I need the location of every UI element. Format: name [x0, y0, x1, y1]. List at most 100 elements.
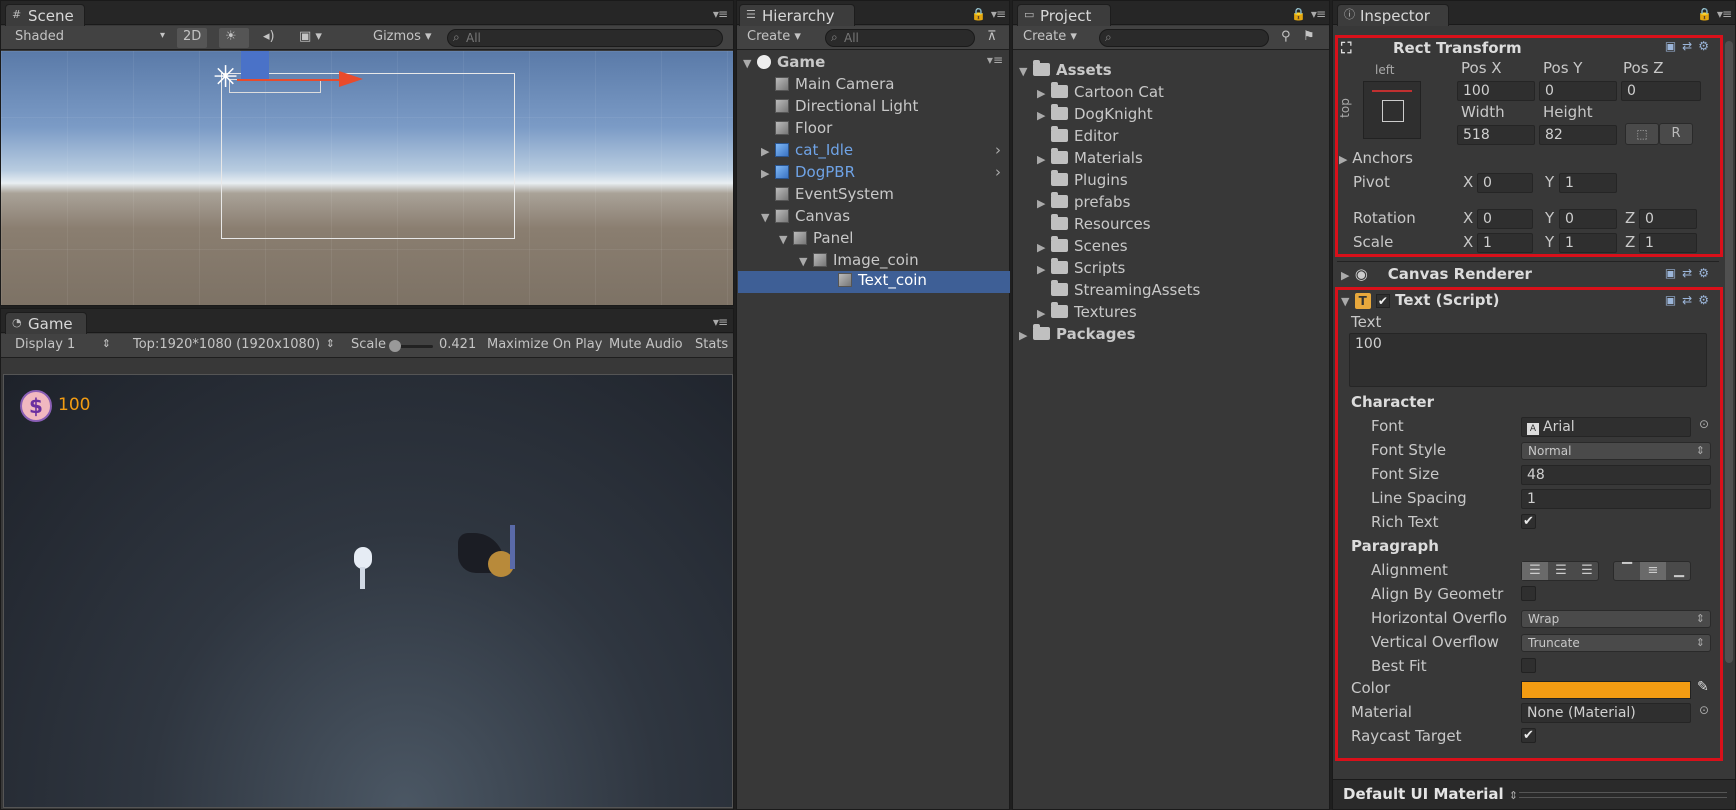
audio-toggle-icon[interactable]: ◂) [257, 28, 285, 48]
collapse-arrow-icon[interactable]: ▶ [1037, 263, 1051, 276]
rich-text-checkbox[interactable]: ✔ [1521, 514, 1536, 529]
project-lock-icon[interactable]: 🔒 [1291, 7, 1306, 21]
rect-selection[interactable] [229, 79, 321, 93]
hierarchy-item[interactable]: Main Camera [775, 75, 894, 97]
collapse-arrow-icon[interactable]: ▶ [761, 167, 775, 180]
scene-viewport[interactable]: ✳ [1, 51, 733, 305]
hierarchy-item[interactable]: ▶ cat_Idle › [761, 141, 1001, 163]
component-help-settings-icons[interactable]: ▣⇄⚙ [1665, 293, 1715, 307]
hierarchy-tab-menu-icon[interactable]: ▾≡ [991, 7, 1006, 21]
hierarchy-search-input[interactable]: All [825, 29, 975, 47]
project-folder[interactable]: Editor [1051, 126, 1118, 149]
best-fit-checkbox[interactable] [1521, 658, 1536, 673]
font-field[interactable]: A Arial [1521, 417, 1691, 437]
prefab-open-arrow-icon[interactable]: › [995, 141, 1001, 159]
text-value-area[interactable]: 100 [1349, 333, 1707, 387]
hierarchy-item[interactable]: ▼ Canvas [761, 207, 850, 229]
gizmos-dropdown[interactable]: Gizmos ▾ [367, 28, 437, 48]
anchor-presets-button[interactable] [1363, 81, 1421, 139]
scene-row-menu-icon[interactable]: ▾≡ [987, 53, 1003, 67]
game-tab-menu-icon[interactable]: ▾≡ [713, 315, 728, 329]
collapse-arrow-icon[interactable]: ▶ [1037, 109, 1051, 122]
hierarchy-filter-icon[interactable]: ⊼ [981, 28, 1003, 48]
align-center-icon[interactable]: ☰ [1548, 562, 1574, 580]
default-material-dropdown[interactable]: Default UI Material ⇕ [1343, 785, 1518, 803]
expand-arrow-icon[interactable]: ▼ [799, 255, 813, 268]
text-script-header[interactable]: ▼ T ✔ Text (Script) [1341, 291, 1500, 309]
scene-tab-menu-icon[interactable]: ▾≡ [713, 7, 728, 21]
project-folder[interactable]: Resources [1051, 214, 1151, 237]
expand-arrow-icon[interactable]: ▼ [761, 211, 775, 224]
color-swatch[interactable] [1521, 681, 1691, 699]
posy-field[interactable]: 0 [1539, 81, 1617, 101]
scale-slider[interactable] [389, 340, 433, 352]
project-folder[interactable]: StreamingAssets [1051, 280, 1200, 303]
project-folder-packages[interactable]: ▶ Packages [1019, 324, 1136, 347]
project-folder-assets[interactable]: ▼ Assets [1019, 60, 1112, 83]
move-gizmo-x-arrow[interactable] [237, 79, 341, 81]
posx-field[interactable]: 100 [1457, 81, 1535, 101]
font-object-picker-icon[interactable]: ⊙ [1699, 417, 1709, 431]
canvas-renderer-component[interactable]: ▶ ◉ Canvas Renderer ▣⇄⚙ [1337, 261, 1719, 287]
font-size-field[interactable]: 48 [1521, 465, 1711, 485]
display-dropdown[interactable]: Display 1 ⇕ [9, 336, 117, 356]
project-folder[interactable]: ▶ DogKnight [1037, 104, 1153, 127]
search-by-type-icon[interactable]: ⚲ [1275, 28, 1297, 48]
component-help-settings-icons[interactable]: ▣⇄⚙ [1665, 39, 1715, 53]
tab-game[interactable]: ◔ Game [5, 312, 87, 334]
blueprint-mode-button[interactable]: ⬚ [1625, 123, 1659, 145]
collapse-arrow-icon[interactable]: ▶ [1037, 241, 1051, 254]
hierarchy-item[interactable]: ▼ Panel [779, 229, 853, 251]
raw-edit-button[interactable]: R [1659, 123, 1693, 145]
prefab-open-arrow-icon[interactable]: › [995, 163, 1001, 181]
collapse-arrow-icon[interactable]: ▶ [1037, 87, 1051, 100]
collapse-arrow-icon[interactable]: ▶ [1037, 197, 1051, 210]
scale-slider-thumb[interactable] [389, 340, 401, 352]
maximize-on-play-toggle[interactable]: Maximize On Play [481, 336, 608, 356]
project-folder[interactable]: ▶ Cartoon Cat [1037, 82, 1164, 105]
component-help-settings-icons[interactable]: ▣⇄⚙ [1665, 266, 1715, 280]
effects-dropdown-icon[interactable]: ▣ ▾ [293, 28, 337, 48]
scene-search-input[interactable]: All [447, 29, 723, 47]
width-field[interactable]: 518 [1457, 125, 1535, 145]
expand-arrow-icon[interactable]: ▼ [779, 233, 793, 246]
mute-audio-toggle[interactable]: Mute Audio [603, 336, 689, 356]
align-middle-icon[interactable]: ≡ [1640, 562, 1666, 580]
hierarchy-item[interactable]: Directional Light [775, 97, 918, 119]
project-folder[interactable]: ▶ Textures [1037, 302, 1137, 325]
project-folder[interactable]: ▶ prefabs [1037, 192, 1130, 215]
game-viewport[interactable]: $ 100 [3, 374, 733, 808]
project-tab-menu-icon[interactable]: ▾≡ [1311, 7, 1326, 21]
height-field[interactable]: 82 [1539, 125, 1617, 145]
color-picker-icon[interactable]: ✎ [1697, 679, 1709, 695]
rotation-y-field[interactable]: 0 [1559, 209, 1617, 229]
project-folder[interactable]: Plugins [1051, 170, 1128, 193]
hierarchy-create-dropdown[interactable]: Create ▾ [741, 28, 807, 48]
tab-project[interactable]: ▭ Project [1017, 4, 1111, 26]
hierarchy-item[interactable]: Floor [775, 119, 832, 141]
hierarchy-item[interactable]: ▼ Image_coin [799, 251, 919, 273]
material-field[interactable]: None (Material) [1521, 703, 1691, 723]
shading-dropdown[interactable]: Shaded ▾ [9, 28, 169, 48]
project-folder[interactable]: ▶ Scripts [1037, 258, 1125, 281]
scale-z-field[interactable]: 1 [1639, 233, 1697, 253]
project-search-input[interactable] [1099, 29, 1269, 47]
collapse-arrow-icon[interactable]: ▶ [1037, 153, 1051, 166]
material-object-picker-icon[interactable]: ⊙ [1699, 703, 1709, 717]
hierarchy-lock-icon[interactable]: 🔒 [971, 7, 986, 21]
align-top-icon[interactable]: ▔ [1614, 562, 1640, 580]
scale-y-field[interactable]: 1 [1559, 233, 1617, 253]
vertical-overflow-dropdown[interactable]: Truncate [1521, 634, 1711, 652]
collapse-arrow-icon[interactable]: ▶ [761, 145, 775, 158]
align-by-geometry-checkbox[interactable] [1521, 586, 1536, 601]
line-spacing-field[interactable]: 1 [1521, 489, 1711, 509]
project-folder[interactable]: ▶ Materials [1037, 148, 1143, 171]
inspector-lock-icon[interactable]: 🔒 [1697, 7, 1712, 21]
project-create-dropdown[interactable]: Create ▾ [1017, 28, 1083, 48]
resolution-dropdown[interactable]: Top:1920*1080 (1920x1080) ⇕ [127, 336, 337, 356]
rect-transform-header[interactable]: ⛶ Rect Transform [1341, 39, 1522, 57]
align-right-icon[interactable]: ☰ [1574, 562, 1600, 580]
posz-field[interactable]: 0 [1621, 81, 1701, 101]
hierarchy-scene-row[interactable]: ▼ Game ▾≡ [743, 53, 1005, 75]
collapse-arrow-icon[interactable]: ▶ [1019, 329, 1033, 342]
